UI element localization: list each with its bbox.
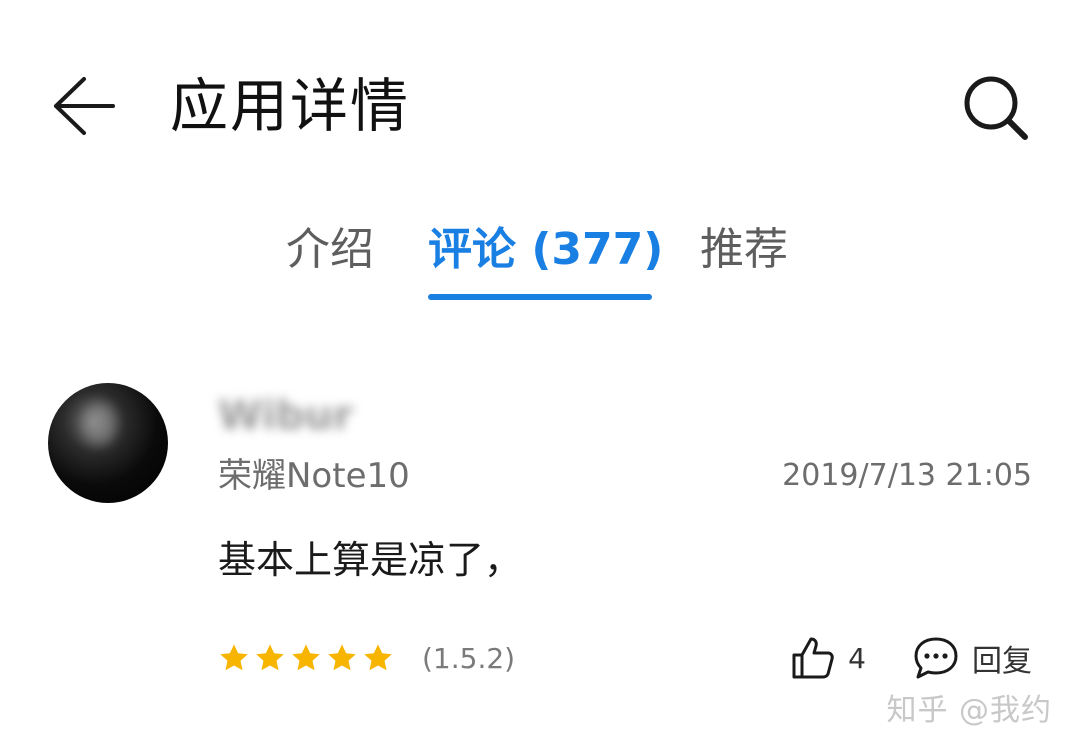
active-tab-indicator <box>428 294 652 300</box>
tab-bar: 介绍 评论 (377) 推荐 <box>0 218 1080 308</box>
reply-button[interactable]: 回复 <box>912 635 1032 681</box>
star-rating <box>218 642 394 674</box>
star-icon <box>292 644 320 671</box>
tab-intro[interactable]: 介绍 <box>286 218 374 282</box>
review-actions: 4 回复 <box>790 632 1032 684</box>
review-timestamp: 2019/7/13 21:05 <box>782 458 1032 493</box>
tab-recommend[interactable]: 推荐 <box>700 218 788 282</box>
avatar[interactable] <box>48 383 168 503</box>
star-icon <box>328 644 356 671</box>
tab-reviews[interactable]: 评论 (377) <box>428 218 663 282</box>
like-button[interactable]: 4 <box>790 635 866 681</box>
review-device: 荣耀Note10 <box>218 456 410 496</box>
back-button[interactable] <box>40 62 128 150</box>
app-header: 应用详情 <box>0 0 1080 200</box>
review-item: Wibur 荣耀Note10 2019/7/13 21:05 基本上算是凉了， … <box>0 370 1080 700</box>
like-count: 4 <box>848 641 866 675</box>
star-icon <box>364 644 392 671</box>
star-icon <box>220 644 248 671</box>
watermark: 知乎 @我约 <box>886 693 1052 728</box>
arrow-left-icon <box>54 77 115 135</box>
comment-icon <box>914 637 958 679</box>
page-title: 应用详情 <box>170 72 411 140</box>
review-text: 基本上算是凉了， <box>218 538 523 582</box>
rating-row: (1.5.2) <box>218 634 515 682</box>
search-icon <box>964 76 1028 140</box>
review-username[interactable]: Wibur <box>218 392 353 440</box>
star-icon <box>256 644 284 671</box>
reply-label: 回复 <box>972 644 1032 679</box>
thumbs-up-icon <box>792 637 834 679</box>
search-button[interactable] <box>950 62 1042 154</box>
app-version: (1.5.2) <box>422 641 516 675</box>
